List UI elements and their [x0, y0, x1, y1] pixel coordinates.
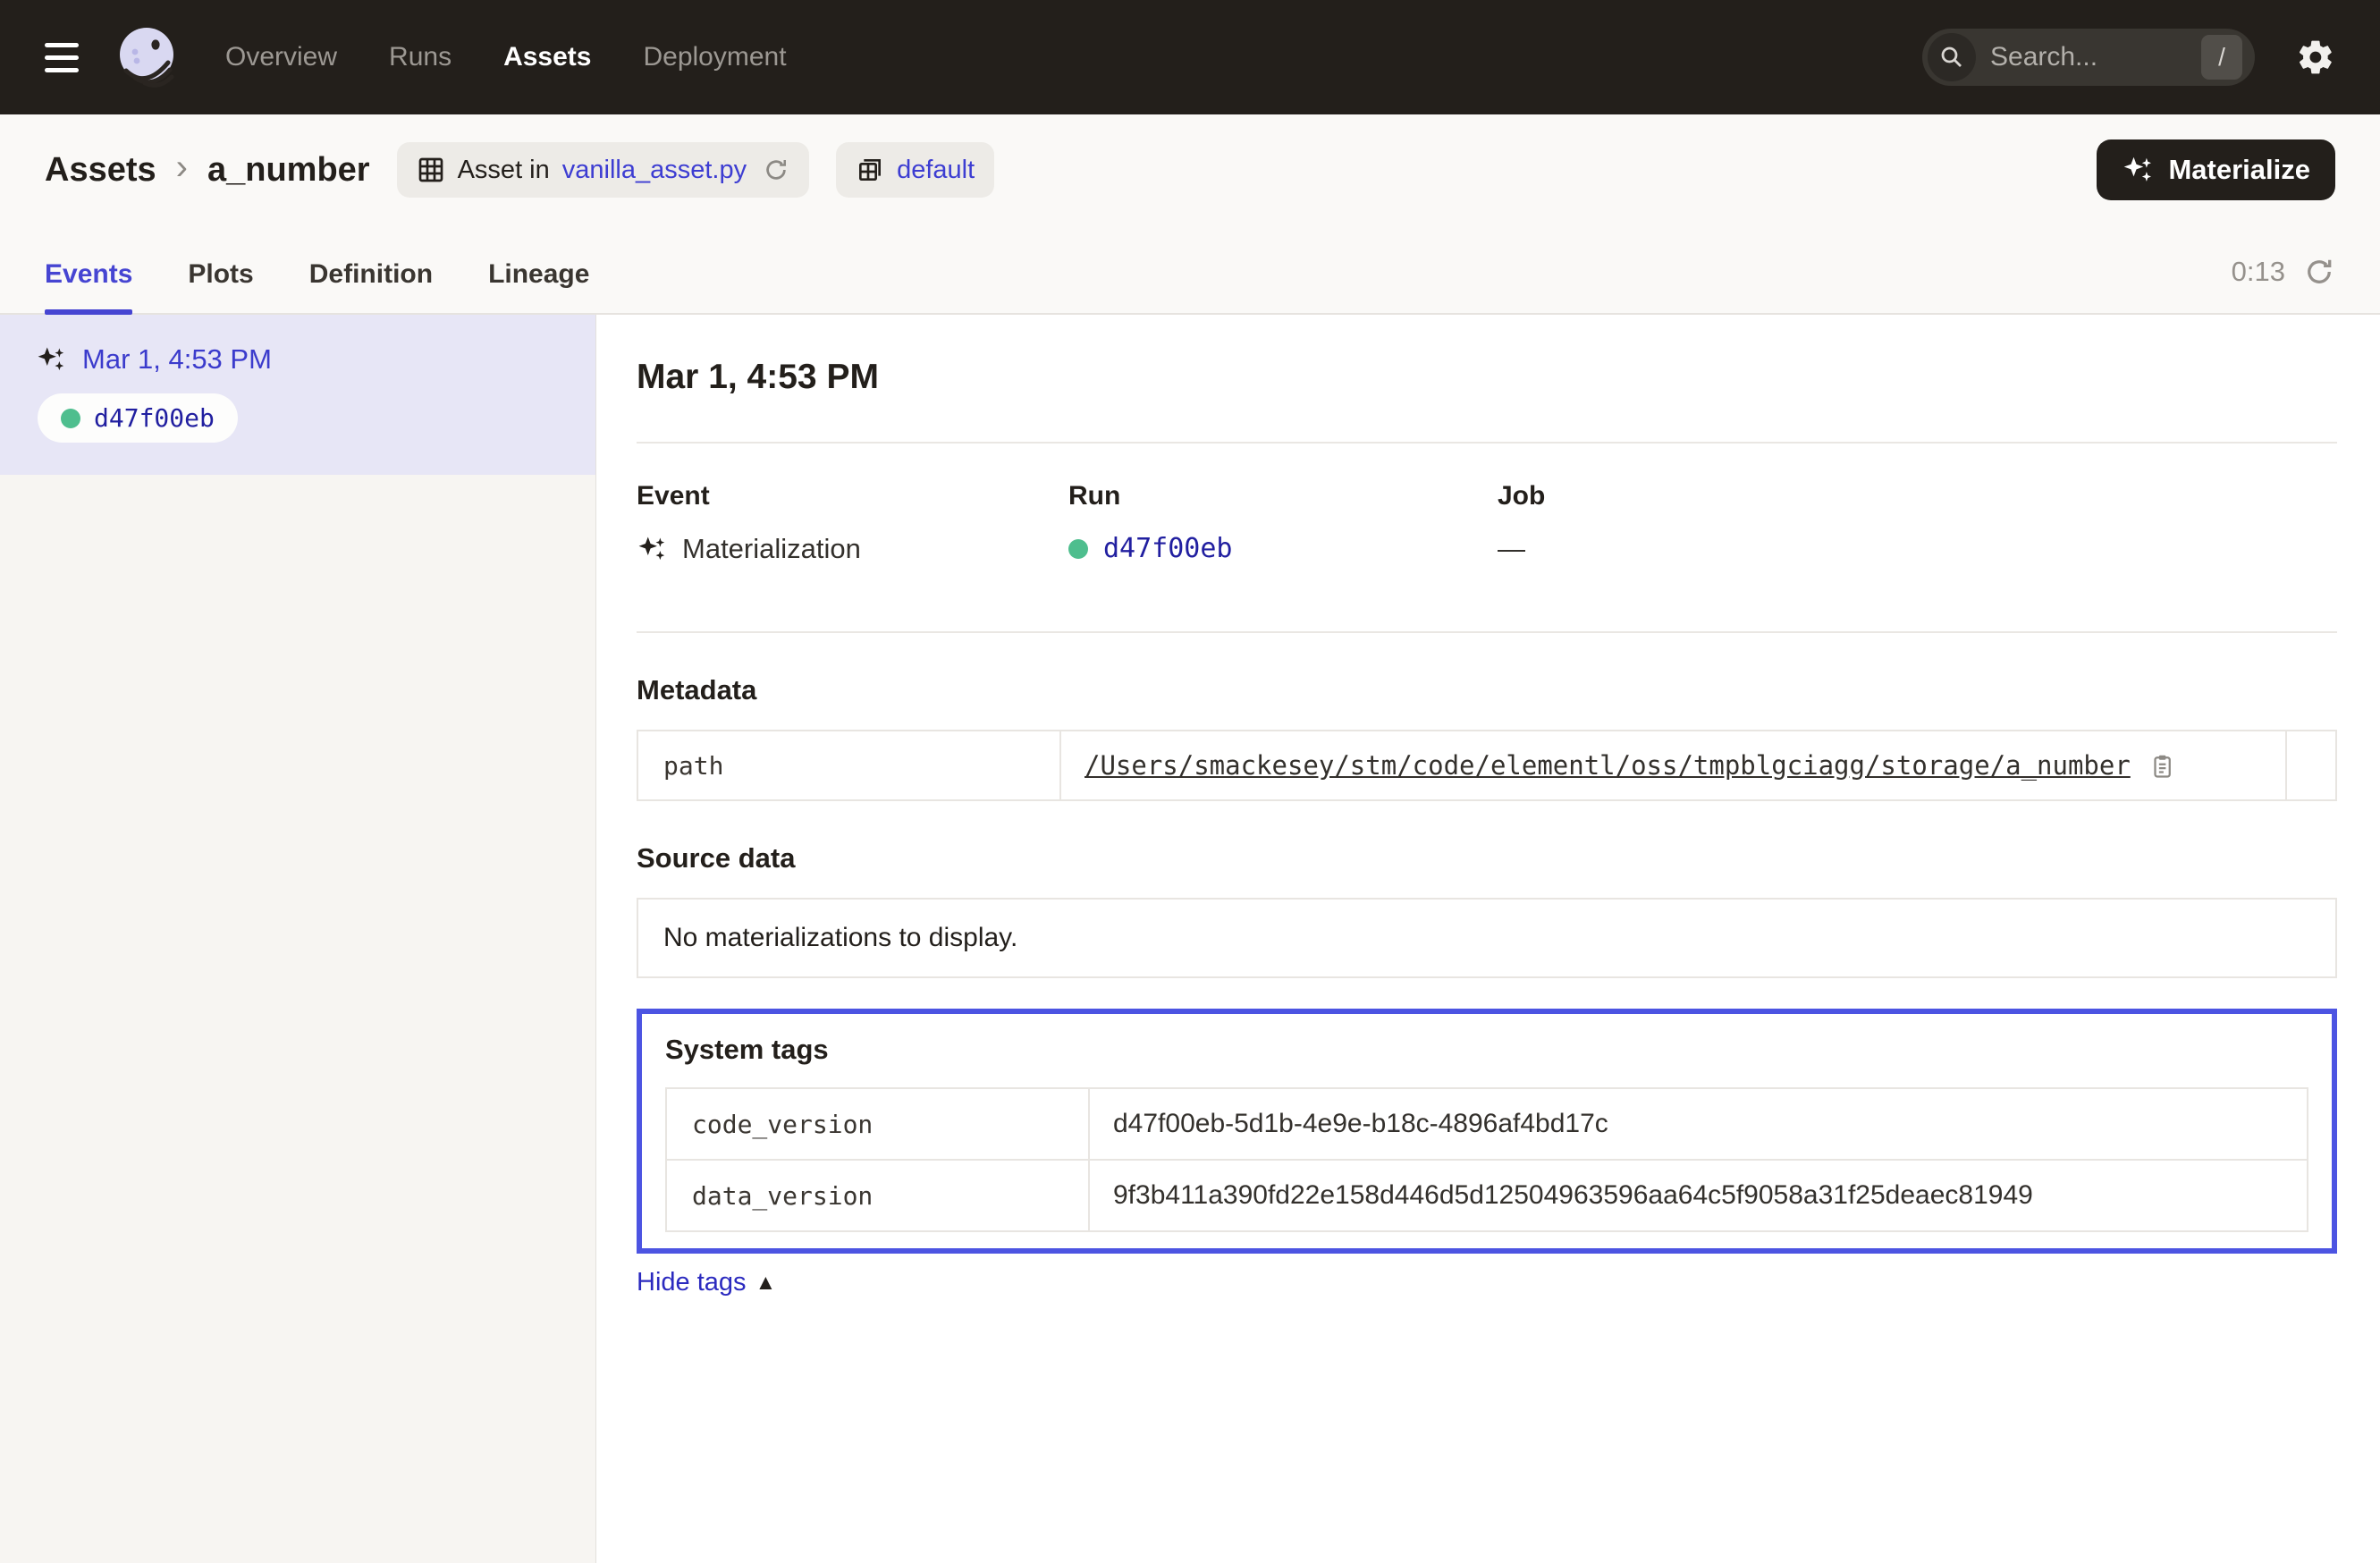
breadcrumb-assets-link[interactable]: Assets [45, 151, 156, 190]
run-id-link[interactable]: d47f00eb [1103, 533, 1233, 564]
search-input[interactable] [1990, 42, 2201, 72]
tab-plots[interactable]: Plots [188, 259, 253, 313]
materialize-label: Materialize [2168, 154, 2310, 186]
search-icon [1928, 33, 1976, 81]
nav-item-overview[interactable]: Overview [225, 42, 337, 72]
refresh-countdown: 0:13 [2232, 256, 2285, 288]
source-data-empty-state: No materializations to display. [637, 898, 2337, 978]
table-row: code_version d47f00eb-5d1b-4e9e-b18c-489… [667, 1089, 2307, 1159]
metadata-heading: Metadata [637, 674, 2337, 706]
tab-bar: Events Plots Definition Lineage 0:13 [0, 220, 2380, 315]
tab-events[interactable]: Events [45, 259, 132, 313]
materialization-sparkle-icon [637, 534, 667, 564]
copy-icon[interactable] [2148, 752, 2175, 779]
tab-definition[interactable]: Definition [309, 259, 433, 313]
run-column-label: Run [1068, 481, 1498, 511]
primary-nav: Overview Runs Assets Deployment [225, 42, 787, 72]
event-list-item[interactable]: Mar 1, 4:53 PM d47f00eb [0, 315, 595, 475]
gear-icon[interactable] [2296, 38, 2335, 77]
asset-grid-icon [417, 156, 445, 184]
materialization-sparkle-icon [36, 344, 66, 375]
tag-key: data_version [667, 1161, 1090, 1230]
nav-item-runs[interactable]: Runs [389, 42, 452, 72]
job-empty-value: — [1498, 533, 1525, 565]
event-detail-panel: Mar 1, 4:53 PM Event Materialization Run [596, 315, 2380, 1563]
table-row: data_version 9f3b411a390fd22e158d446d5d1… [667, 1159, 2307, 1230]
nav-item-assets[interactable]: Assets [503, 42, 591, 72]
hide-tags-label: Hide tags [637, 1268, 747, 1297]
tab-lineage[interactable]: Lineage [488, 259, 589, 313]
page-header: Assets › a_number Asset in vanilla_asset… [0, 120, 2380, 220]
metadata-key: path [638, 731, 1061, 799]
tag-value: 9f3b411a390fd22e158d446d5d12504963596aa6… [1090, 1161, 2307, 1230]
hide-tags-link[interactable]: Hide tags ▲ [637, 1268, 776, 1297]
system-tags-table: code_version d47f00eb-5d1b-4e9e-b18c-489… [665, 1087, 2308, 1232]
event-column-label: Event [637, 481, 1068, 511]
tag-key: code_version [667, 1089, 1090, 1159]
event-info-grid: Event Materialization Run d47f00eb [637, 481, 2337, 565]
system-tags-heading: System tags [665, 1034, 2308, 1066]
materialize-button[interactable]: Materialize [2097, 139, 2335, 200]
sparkles-icon [2122, 154, 2154, 186]
asset-in-label: Asset in [458, 156, 550, 185]
asset-file-link[interactable]: vanilla_asset.py [562, 156, 747, 185]
search-box[interactable]: / [1922, 29, 2255, 86]
event-detail-title: Mar 1, 4:53 PM [637, 358, 2337, 397]
page-title: a_number [207, 151, 370, 190]
run-success-dot [61, 409, 80, 428]
job-column-label: Job [1498, 481, 2337, 511]
repo-grid-icon [856, 156, 884, 184]
source-data-heading: Source data [637, 842, 2337, 874]
refresh-icon[interactable] [2303, 256, 2335, 288]
event-type-value: Materialization [682, 533, 861, 565]
reload-icon[interactable] [763, 156, 789, 183]
repo-default-link[interactable]: default [897, 156, 975, 185]
table-row: path /Users/smackesey/stm/code/elementl/… [638, 731, 2335, 799]
event-list-sidebar: Mar 1, 4:53 PM d47f00eb [0, 315, 596, 1563]
code-location-badge: default [836, 142, 994, 198]
chevron-right-icon: › [176, 148, 188, 188]
metadata-path-link[interactable]: /Users/smackesey/stm/code/elementl/oss/t… [1085, 750, 2131, 781]
dagster-logo[interactable] [114, 25, 179, 89]
run-status-pill: d47f00eb [38, 393, 238, 443]
metadata-table: path /Users/smackesey/stm/code/elementl/… [637, 730, 2337, 801]
top-nav: Overview Runs Assets Deployment / [0, 0, 2380, 114]
slash-key-hint: / [2201, 35, 2242, 80]
event-timestamp: Mar 1, 4:53 PM [82, 343, 272, 376]
asset-definition-badge: Asset in vanilla_asset.py [397, 142, 810, 198]
run-id: d47f00eb [94, 403, 215, 433]
nav-item-deployment[interactable]: Deployment [643, 42, 786, 72]
content-area: Mar 1, 4:53 PM d47f00eb Mar 1, 4:53 PM E… [0, 315, 2380, 1563]
hamburger-menu-icon[interactable] [45, 43, 79, 72]
run-success-dot [1068, 539, 1088, 559]
caret-up-icon: ▲ [755, 1271, 777, 1296]
nav-right-controls: / [1922, 29, 2335, 86]
metadata-actions-cell [2285, 731, 2335, 799]
system-tags-highlight-box: System tags code_version d47f00eb-5d1b-4… [637, 1009, 2337, 1254]
tag-value: d47f00eb-5d1b-4e9e-b18c-4896af4bd17c [1090, 1089, 2307, 1159]
